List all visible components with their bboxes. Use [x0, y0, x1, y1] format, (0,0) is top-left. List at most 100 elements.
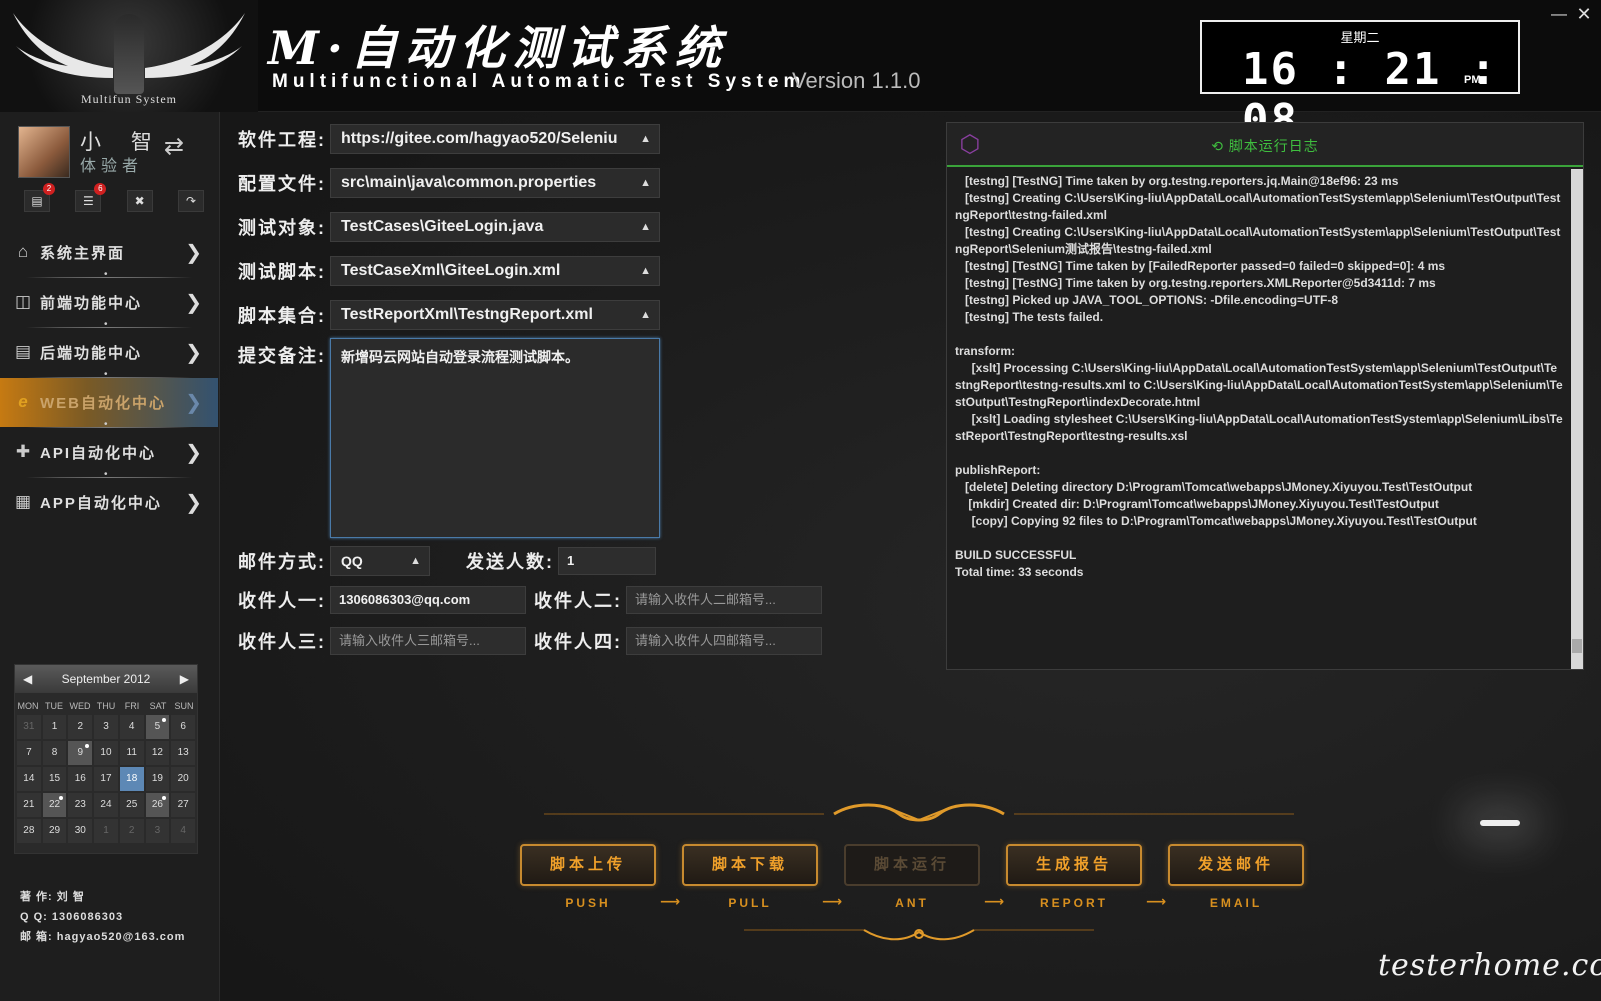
recipient4-label: 收件人四:: [534, 632, 622, 652]
calendar-day[interactable]: 2: [68, 715, 93, 739]
weekday: WED: [69, 701, 91, 711]
calendar-day[interactable]: 10: [94, 741, 118, 765]
recipient3-input[interactable]: 请输入收件人三邮箱号...: [330, 627, 526, 655]
list-icon[interactable]: ☰ 6: [75, 183, 107, 212]
run-button[interactable]: 脚本运行: [844, 844, 980, 886]
calendar-day[interactable]: 3: [145, 819, 170, 843]
recipient2-input[interactable]: 请输入收件人二邮箱号...: [626, 586, 822, 614]
target-select[interactable]: TestCases\GiteeLogin.java ▲: [330, 212, 660, 242]
calendar-day[interactable]: 5: [145, 715, 170, 739]
credit-qq: Q Q: 1306086303: [20, 911, 124, 923]
calendar-day[interactable]: 21: [17, 793, 41, 817]
sidebar-item-app[interactable]: ▦ APP自动化中心 ❯: [0, 478, 218, 527]
push-button[interactable]: 脚本上传: [520, 844, 656, 886]
user-role: 体验者: [80, 158, 144, 175]
calendar-day[interactable]: 26: [145, 793, 170, 817]
sidebar-item-label: API自动化中心: [40, 445, 157, 462]
calendar-day[interactable]: 13: [171, 741, 195, 765]
recipient4-input[interactable]: 请输入收件人四邮箱号...: [626, 627, 822, 655]
calendar-day-today[interactable]: 18: [119, 767, 144, 791]
calendar-day[interactable]: 22: [42, 793, 67, 817]
prev-month-icon[interactable]: ◀: [23, 672, 32, 686]
avatar[interactable]: [18, 126, 70, 178]
config-select[interactable]: src\main\java\common.properties ▲: [330, 168, 660, 198]
ie-icon: e: [18, 391, 28, 411]
note-textarea[interactable]: 新增码云网站自动登录流程测试脚本。: [330, 338, 660, 538]
sidebar-item-label: WEB自动化中心: [40, 395, 166, 412]
calendar-day[interactable]: 17: [94, 767, 118, 791]
tools-icon[interactable]: ✖: [126, 190, 153, 212]
calendar-day[interactable]: 15: [42, 767, 67, 791]
sidebar-item-label: 后端功能中心: [40, 345, 143, 362]
calendar-day[interactable]: 16: [68, 767, 93, 791]
calendar-title: September 2012: [61, 672, 151, 686]
report-button[interactable]: 生成报告: [1006, 844, 1142, 886]
calendar-day[interactable]: 12: [145, 741, 170, 765]
calendar-day[interactable]: 1: [42, 715, 67, 739]
suite-select[interactable]: TestReportXml\TestngReport.xml ▲: [330, 300, 660, 330]
next-month-icon[interactable]: ▶: [180, 672, 189, 686]
calendar-day[interactable]: 6: [171, 715, 195, 739]
recipient1-input[interactable]: 1306086303@qq.com: [330, 586, 526, 614]
calendar-day[interactable]: 1: [94, 819, 118, 843]
calendar-day[interactable]: 11: [119, 741, 144, 765]
mail-value: QQ: [341, 553, 363, 569]
sidebar-item-home[interactable]: ⌂ 系统主界面 ❯: [0, 228, 218, 277]
calendar-day[interactable]: 9: [68, 741, 93, 765]
log-panel: ⬡ ⟲ 脚本运行日志 [testng] [TestNG] Time taken …: [946, 122, 1584, 670]
email-button[interactable]: 发送邮件: [1168, 844, 1304, 886]
note-label: 提交备注:: [238, 346, 326, 366]
sidebar-item-backend[interactable]: ▤ 后端功能中心 ❯: [0, 328, 218, 377]
calendar-day[interactable]: 14: [17, 767, 41, 791]
close-icon[interactable]: ✕: [1572, 4, 1596, 28]
credit-email: 邮 箱: hagyao520@163.com: [20, 931, 186, 943]
calendar-day[interactable]: 27: [171, 793, 195, 817]
calendar-day[interactable]: 20: [171, 767, 195, 791]
calendar-day[interactable]: 8: [42, 741, 67, 765]
calendar-day[interactable]: 25: [119, 793, 144, 817]
calendar-day[interactable]: 29: [42, 819, 67, 843]
scrollbar-thumb[interactable]: [1572, 639, 1582, 653]
chevron-right-icon: ❯: [185, 292, 202, 314]
sidebar-item-api[interactable]: ✚ API自动化中心 ❯: [0, 428, 218, 477]
credit-author: 著 作: 刘 智: [20, 891, 85, 903]
calendar-day[interactable]: 7: [17, 741, 41, 765]
calendar-day[interactable]: 4: [171, 819, 195, 843]
script-select[interactable]: TestCaseXml\GiteeLogin.xml ▲: [330, 256, 660, 286]
calendar-day[interactable]: 23: [68, 793, 93, 817]
calendar-day[interactable]: 28: [17, 819, 41, 843]
config-row: 配置文件: src\main\java\common.properties ▲: [220, 168, 660, 198]
calendar-day[interactable]: 19: [145, 767, 170, 791]
project-label: 软件工程:: [238, 130, 326, 150]
suite-value: TestReportXml\TestngReport.xml: [341, 306, 593, 323]
sender-count-input[interactable]: 1: [558, 547, 656, 575]
home-icon: ⌂: [17, 241, 29, 261]
pull-button[interactable]: 脚本下载: [682, 844, 818, 886]
action-bar: 脚本上传 PUSH ⟶ 脚本下载 PULL ⟶ 脚本运行 ANT ⟶ 生成报告 …: [520, 844, 1320, 914]
project-select[interactable]: https://gitee.com/hagyao520/Seleniu ▲: [330, 124, 660, 154]
list-badge: 6: [94, 183, 107, 195]
sidebar-item-frontend[interactable]: ◫ 前端功能中心 ❯: [0, 278, 218, 327]
suite-label: 脚本集合:: [238, 306, 326, 326]
sidebar-item-web[interactable]: e WEB自动化中心 ❯: [0, 378, 218, 427]
calendar-day[interactable]: 31: [17, 715, 41, 739]
logo: Multifun System: [0, 0, 258, 112]
log-scrollbar[interactable]: [1571, 169, 1583, 669]
calendar-day[interactable]: 4: [119, 715, 144, 739]
calendar-day[interactable]: 24: [94, 793, 118, 817]
inbox-icon[interactable]: ▤ 2: [24, 183, 55, 212]
exit-icon[interactable]: ↷: [177, 190, 204, 212]
switch-user-icon[interactable]: ⇄: [164, 132, 184, 161]
minimize-icon[interactable]: —: [1548, 6, 1570, 28]
weekday: THU: [96, 701, 116, 711]
sidebar-item-label: APP自动化中心: [40, 495, 162, 512]
plug-icon: ✚: [15, 441, 31, 461]
title-bar: Multifun System M·自动化测试系统 Multifunctiona…: [0, 0, 1601, 146]
log-title: ⟲ 脚本运行日志: [1211, 138, 1319, 154]
calendar-day[interactable]: 2: [119, 819, 144, 843]
calendar-day[interactable]: 30: [68, 819, 93, 843]
mail-select[interactable]: QQ ▲: [330, 546, 430, 576]
calendar-day[interactable]: 3: [94, 715, 118, 739]
weekday: MON: [17, 701, 39, 711]
calendar-grid: 31 1 2 3 4 5 6 7 8 9 10 11 12 13 14 15 1…: [15, 715, 197, 843]
